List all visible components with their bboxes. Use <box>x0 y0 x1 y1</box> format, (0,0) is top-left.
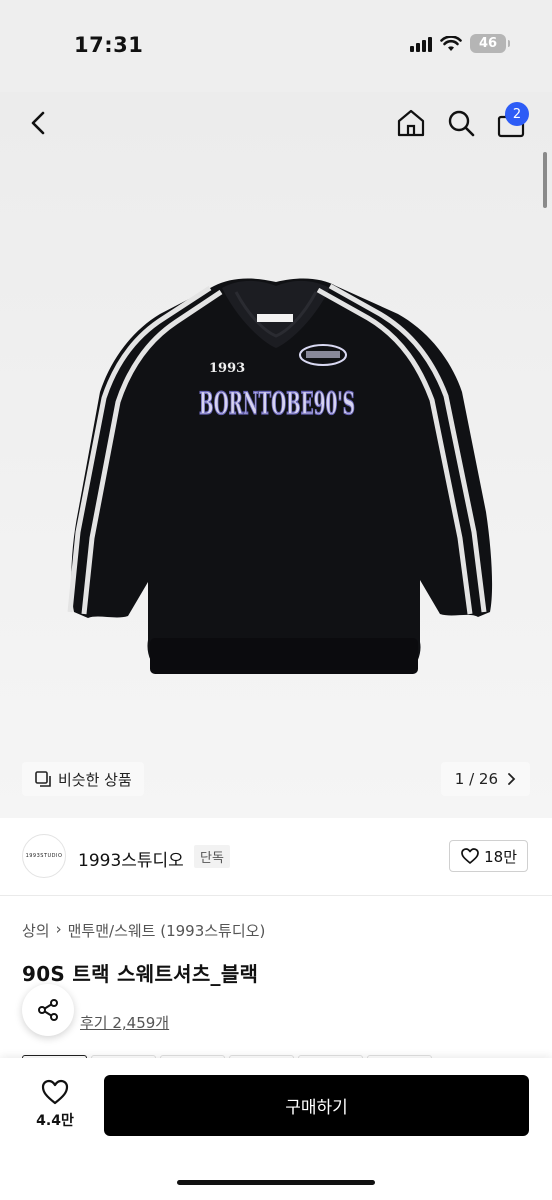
breadcrumb-category[interactable]: 상의 <box>22 920 50 941</box>
svg-text:1993: 1993 <box>209 361 245 376</box>
page-indicator-text: 1 / 26 <box>454 770 498 788</box>
status-time: 17:31 <box>74 33 144 57</box>
breadcrumb-subcategory[interactable]: 맨투맨/스웨트 (1993스튜디오) <box>68 920 266 941</box>
wifi-icon <box>440 35 462 51</box>
brand-like-count: 18만 <box>484 847 517 866</box>
share-icon <box>38 999 58 1021</box>
image-page-indicator[interactable]: 1 / 26 <box>440 762 530 796</box>
brand-logo-text: 1993STUDIO <box>25 853 63 859</box>
product-title: 90S 트랙 스웨트셔츠_블랙 <box>22 962 259 986</box>
scrollbar-thumb[interactable] <box>543 152 547 208</box>
share-button[interactable] <box>22 984 74 1036</box>
battery-icon: 46 <box>470 34 510 53</box>
breadcrumb-separator-icon: › <box>55 920 62 938</box>
product-image-carousel[interactable]: 1993 BORNTOBE90'S 비슷한 상품 1 / 26 <box>0 92 552 818</box>
brand-logo[interactable]: 1993STUDIO <box>22 834 66 878</box>
sweatshirt-image: 1993 BORNTOBE90'S <box>0 92 552 818</box>
brand-name-link[interactable]: 1993스튜디오 <box>78 846 184 871</box>
heart-icon <box>461 848 479 864</box>
buy-button[interactable]: 구매하기 <box>104 1075 529 1136</box>
cellular-signal-icon <box>410 36 432 52</box>
similar-icon <box>35 771 51 787</box>
home-icon[interactable] <box>394 106 428 140</box>
wishlist-button[interactable]: 4.4만 <box>28 1078 82 1138</box>
breadcrumb: 상의 › 맨투맨/스웨트 (1993스튜디오) <box>22 920 265 941</box>
svg-text:BORNTOBE90'S: BORNTOBE90'S <box>199 386 355 422</box>
search-icon[interactable] <box>444 106 478 140</box>
wishlist-count: 4.4만 <box>36 1113 74 1129</box>
chevron-right-icon <box>508 773 516 785</box>
heart-icon <box>41 1079 69 1105</box>
review-count-link[interactable]: 후기 2,459개 <box>80 1012 169 1033</box>
status-bar: 17:31 46 <box>0 0 552 92</box>
home-indicator <box>177 1180 375 1185</box>
bottom-purchase-bar: 4.4만 구매하기 <box>0 1058 552 1200</box>
exclusive-tag: 단독 <box>194 845 230 868</box>
status-icons: 46 <box>410 34 510 53</box>
back-icon[interactable] <box>22 106 56 140</box>
cart-count-badge: 2 <box>505 102 529 126</box>
similar-products-label: 비슷한 상품 <box>58 770 132 789</box>
battery-level: 46 <box>478 36 498 51</box>
brand-like-button[interactable]: 18만 <box>449 840 528 872</box>
similar-products-button[interactable]: 비슷한 상품 <box>22 762 144 796</box>
brand-row: 1993STUDIO 1993스튜디오 단독 18만 <box>0 818 552 896</box>
